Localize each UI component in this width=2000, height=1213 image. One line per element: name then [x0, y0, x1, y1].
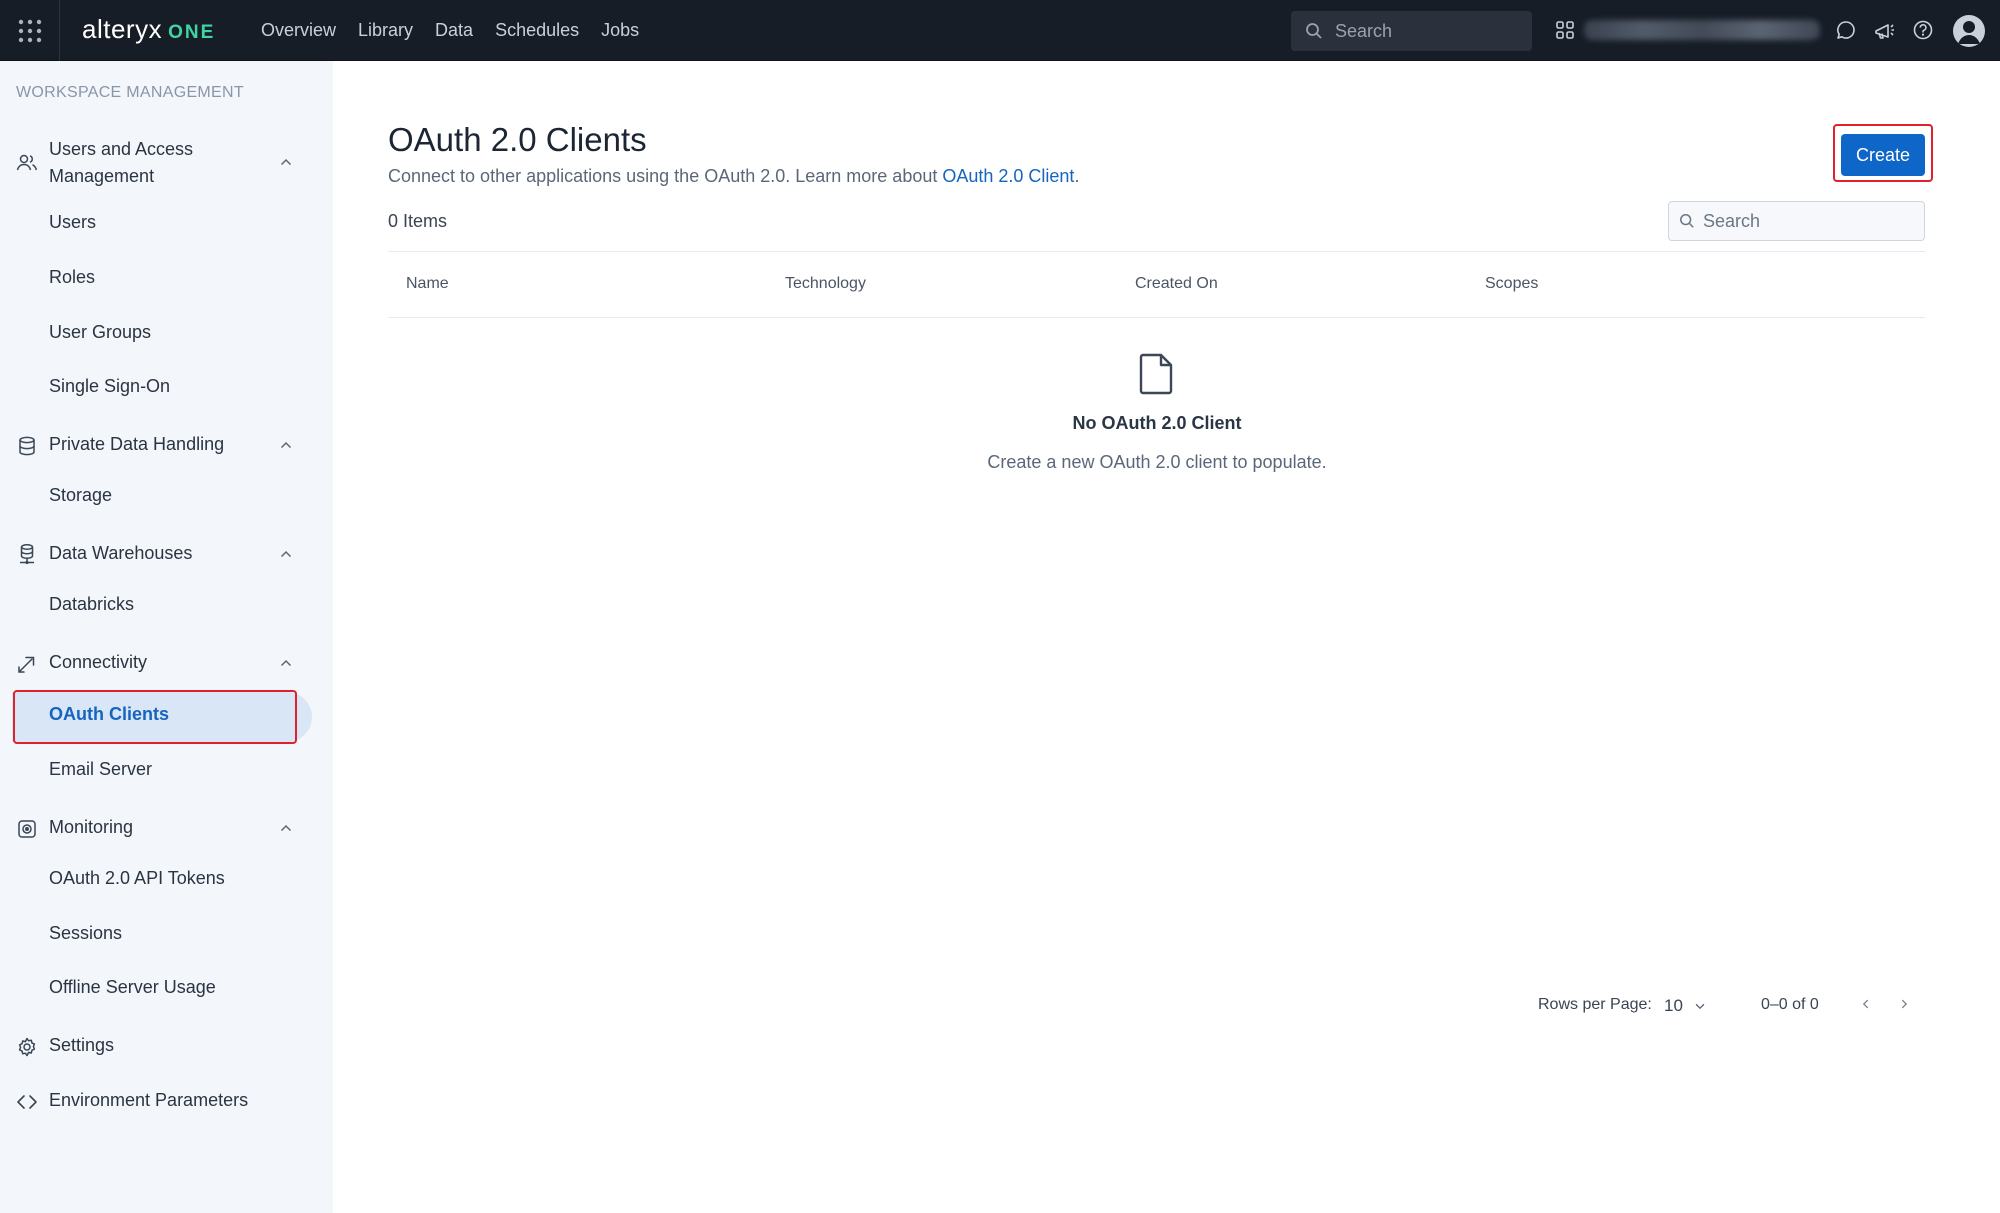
rows-per-page-value: 10	[1664, 996, 1683, 1015]
sidebar-item-single-sign-on[interactable]: Single Sign-On	[0, 364, 320, 414]
create-button[interactable]: Create	[1841, 134, 1925, 176]
sidebar-item-users[interactable]: Users	[0, 200, 320, 250]
section-monitoring[interactable]: Monitoring	[0, 814, 320, 844]
warehouse-icon	[14, 542, 40, 568]
section-label-private-data: Private Data Handling	[49, 434, 225, 454]
chevron-down-icon	[1695, 1003, 1705, 1010]
sidebar-item-settings[interactable]: Settings	[0, 1032, 320, 1062]
global-search-input[interactable]	[1335, 20, 1515, 42]
chat-icon[interactable]	[1834, 18, 1858, 42]
workspace-sidebar: WORKSPACE MANAGEMENT Users and Access Ma…	[0, 61, 333, 1213]
users-icon	[14, 150, 40, 176]
sidebar-item-oauth-api-tokens[interactable]: OAuth 2.0 API Tokens	[0, 856, 320, 906]
user-avatar[interactable]	[1953, 15, 1985, 47]
column-header-scopes[interactable]: Scopes	[1485, 275, 1538, 293]
connectivity-icon	[14, 651, 40, 677]
environment-parameters-label: Environment Parameters	[49, 1090, 249, 1110]
app-launcher-button[interactable]	[0, 0, 60, 61]
page-title: OAuth 2.0 Clients	[388, 121, 647, 158]
table-search[interactable]	[1668, 201, 1925, 241]
section-private-data[interactable]: Private Data Handling	[0, 431, 320, 461]
section-label-connectivity: Connectivity	[49, 652, 148, 672]
nav-jobs[interactable]: Jobs	[601, 20, 639, 41]
monitoring-icon	[14, 816, 40, 842]
chevron-up-icon[interactable]	[278, 546, 294, 562]
oauth-learn-more-link[interactable]: OAuth 2.0 Client	[942, 166, 1074, 186]
sidebar-item-roles[interactable]: Roles	[0, 255, 320, 305]
gear-icon	[14, 1034, 40, 1060]
section-connectivity[interactable]: Connectivity	[0, 649, 320, 679]
sidebar-item-sessions[interactable]: Sessions	[0, 911, 320, 961]
column-header-technology[interactable]: Technology	[785, 275, 866, 293]
subtitle-period: .	[1074, 166, 1080, 186]
main-content: OAuth 2.0 Clients Connect to other appli…	[333, 61, 2000, 1213]
chevron-up-icon[interactable]	[278, 655, 294, 671]
global-search[interactable]	[1291, 11, 1532, 51]
rows-per-page-label: Rows per Page:	[1538, 996, 1652, 1013]
sidebar-item-environment-parameters[interactable]: Environment Parameters	[0, 1087, 320, 1117]
logo-suffix: ONE	[168, 22, 216, 43]
chevron-left-icon	[1862, 999, 1869, 1009]
announcements-icon[interactable]	[1872, 18, 1896, 42]
column-header-created-on[interactable]: Created On	[1135, 275, 1218, 293]
chevron-right-icon	[1901, 999, 1908, 1009]
sidebar-item-user-groups[interactable]: User Groups	[0, 310, 320, 360]
items-count: 0 Items	[388, 211, 448, 231]
chevron-up-icon[interactable]	[278, 154, 294, 170]
sidebar-item-storage[interactable]: Storage	[0, 473, 320, 523]
page-range: 0–0 of 0	[1761, 996, 1819, 1013]
top-navigation: Overview Library Data Schedules Jobs	[261, 0, 639, 61]
empty-state-title: No OAuth 2.0 Client	[1072, 413, 1242, 433]
table-search-input[interactable]	[1703, 210, 1923, 232]
chevron-up-icon[interactable]	[278, 820, 294, 836]
sidebar-item-databricks[interactable]: Databricks	[0, 582, 320, 632]
empty-state-subtitle: Create a new OAuth 2.0 client to populat…	[987, 452, 1327, 472]
code-icon	[14, 1089, 40, 1115]
sidebar-title: WORKSPACE MANAGEMENT	[16, 84, 244, 101]
nav-schedules[interactable]: Schedules	[495, 20, 579, 41]
account-name-redacted[interactable]	[1584, 20, 1820, 40]
section-label-monitoring: Monitoring	[49, 817, 134, 837]
section-data-warehouses[interactable]: Data Warehouses	[0, 540, 320, 570]
settings-label: Settings	[49, 1035, 115, 1055]
search-icon	[1306, 23, 1322, 39]
subtitle-text: Connect to other applications using the …	[388, 166, 943, 186]
section-label-users-access: Users and Access Management	[49, 139, 194, 186]
grid-icon	[18, 19, 41, 42]
nav-overview[interactable]: Overview	[261, 20, 336, 41]
next-page-button[interactable]	[1890, 990, 1918, 1018]
nav-data[interactable]: Data	[435, 20, 473, 41]
section-users-access[interactable]: Users and Access Management	[0, 136, 320, 196]
chevron-up-icon[interactable]	[278, 437, 294, 453]
document-icon	[1139, 353, 1173, 395]
top-bar: alteryx ONE Overview Library Data Schedu…	[0, 0, 2000, 61]
table-header: Name Technology Created On Scopes	[388, 251, 1925, 318]
rows-per-page-select[interactable]: 10	[1664, 996, 1707, 1016]
page-subtitle: Connect to other applications using the …	[388, 166, 1079, 187]
nav-library[interactable]: Library	[358, 20, 413, 41]
help-icon[interactable]	[1911, 18, 1935, 42]
logo-text: alteryx	[82, 14, 163, 44]
previous-page-button[interactable]	[1852, 990, 1880, 1018]
sidebar-item-oauth-clients[interactable]: OAuth Clients	[12, 692, 312, 742]
sidebar-item-email-server[interactable]: Email Server	[0, 747, 320, 797]
alteryx-logo[interactable]: alteryx ONE	[82, 14, 215, 48]
section-label-data-warehouses: Data Warehouses	[49, 543, 193, 563]
user-icon	[1958, 21, 1980, 44]
database-icon	[14, 433, 40, 459]
workspace-switcher-icon[interactable]	[1553, 18, 1577, 42]
search-icon	[1680, 214, 1694, 228]
column-header-name[interactable]: Name	[406, 275, 449, 293]
sidebar-item-offline-server-usage[interactable]: Offline Server Usage	[0, 965, 320, 1015]
